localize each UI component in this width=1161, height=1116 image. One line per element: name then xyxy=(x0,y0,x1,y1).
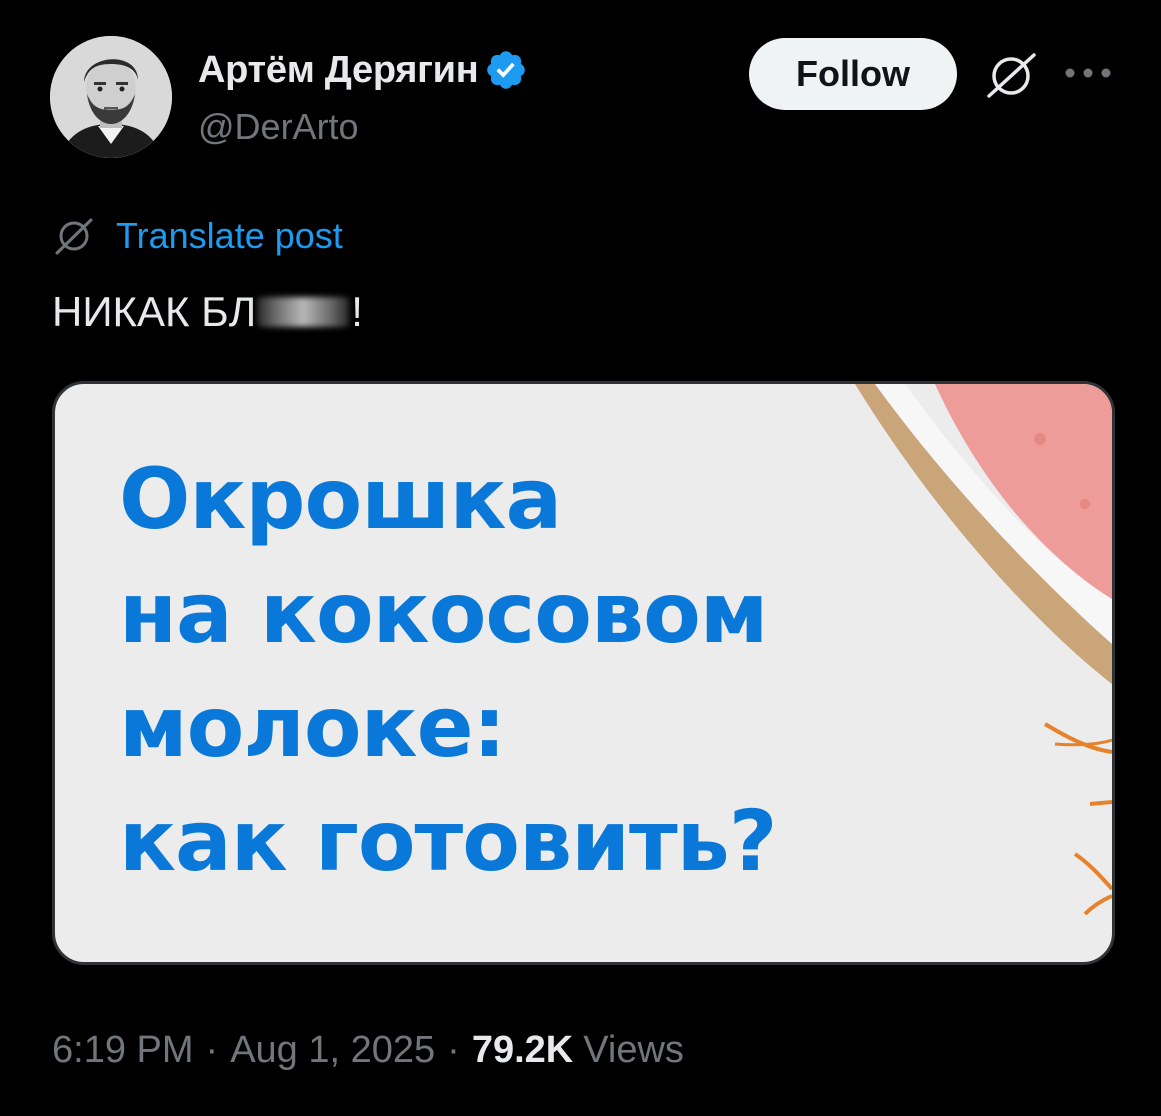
post-text: НИКАК БЛ! xyxy=(52,284,363,340)
headline-line-2: на кокосовом xyxy=(119,564,768,662)
author-display-name[interactable]: Артём Дерягин xyxy=(198,49,479,92)
views-label: Views xyxy=(583,1028,684,1071)
more-dots-icon[interactable] xyxy=(1062,58,1114,88)
headline-line-4: как готовить? xyxy=(119,792,777,890)
post-date[interactable]: Aug 1, 2025 xyxy=(230,1029,435,1072)
media-headline: Окрошка на кокосовом молоке: как готовит… xyxy=(119,442,777,898)
headline-line-3: молоке: xyxy=(119,678,506,776)
person-portrait-avatar-icon xyxy=(50,36,172,158)
author-name-row: Артём Дерягин xyxy=(198,44,528,96)
censored-blur xyxy=(257,297,350,327)
post-text-end: ! xyxy=(351,288,363,335)
avatar[interactable] xyxy=(50,36,172,158)
verified-badge-icon[interactable] xyxy=(484,48,528,92)
post-meta: 6:19 PM · Aug 1, 2025 · 79.2K Views xyxy=(52,1024,684,1076)
grok-translate-icon xyxy=(55,218,93,255)
post-media-image[interactable]: Окрошка на кокосовом молоке: как готовит… xyxy=(52,381,1115,965)
post-time[interactable]: 6:19 PM xyxy=(52,1029,194,1072)
meta-separator: · xyxy=(205,1028,219,1071)
translate-row[interactable]: Translate post xyxy=(52,210,343,262)
headline-line-1: Окрошка xyxy=(119,450,562,548)
grok-icon[interactable] xyxy=(984,50,1040,100)
meta-separator: · xyxy=(447,1028,460,1071)
views-count[interactable]: 79.2K xyxy=(472,1029,573,1072)
post-text-start: НИКАК БЛ xyxy=(52,288,257,335)
translate-post-link[interactable]: Translate post xyxy=(116,215,343,257)
follow-button[interactable]: Follow xyxy=(749,38,957,110)
author-handle[interactable]: @DerArto xyxy=(198,106,359,148)
